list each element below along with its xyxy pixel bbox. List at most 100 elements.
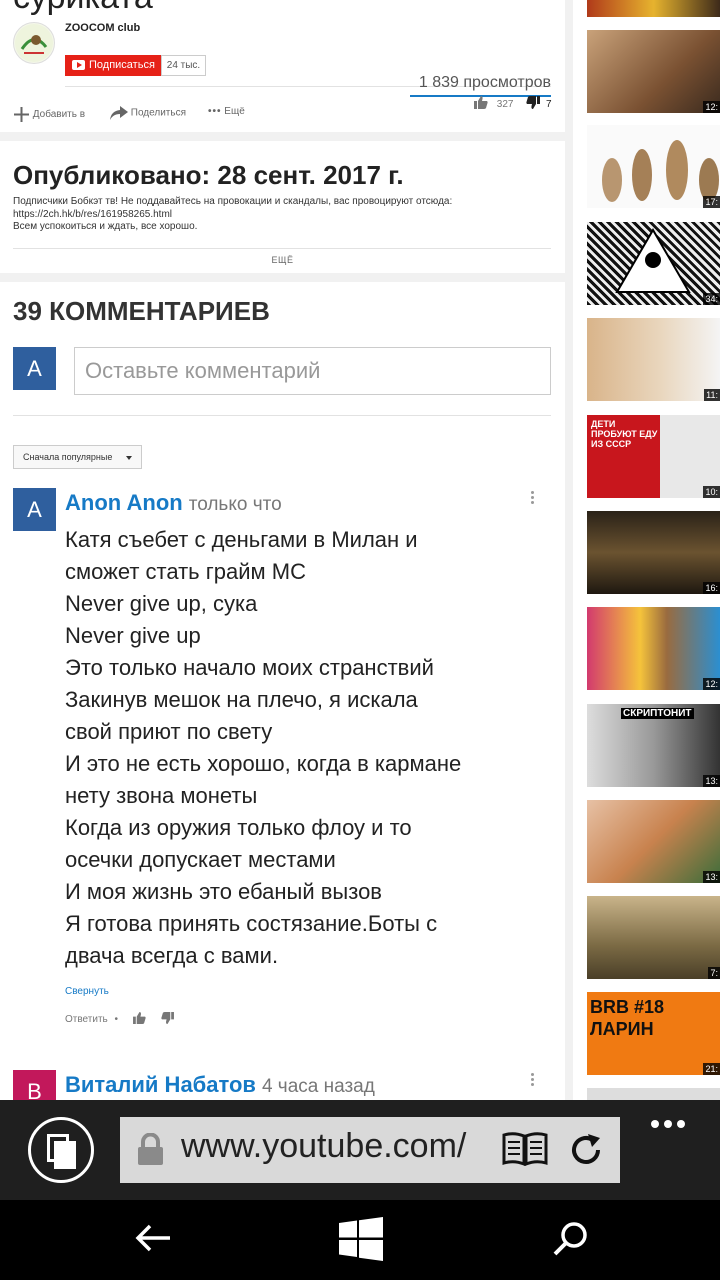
comment-author[interactable]: Anon Anon xyxy=(65,490,183,515)
video-title: сурикатa xyxy=(13,0,153,17)
share-button[interactable]: Поделиться xyxy=(110,106,186,120)
video-thumbnail[interactable]: 34: xyxy=(587,222,720,305)
video-duration: 13: xyxy=(703,871,720,883)
description-line: Подписчики Бобкэт тв! Не поддавайтесь на… xyxy=(13,196,453,207)
comment-line: Never give up xyxy=(65,623,201,648)
separator-dot: • xyxy=(114,1014,119,1026)
add-to-button[interactable]: Добавить в xyxy=(13,106,85,123)
video-duration: 21: xyxy=(703,1063,720,1075)
tabs-button[interactable] xyxy=(28,1117,94,1183)
reading-view-icon[interactable] xyxy=(502,1132,548,1171)
comment-line: осечки допускает местами xyxy=(65,847,336,872)
comment-avatar[interactable]: A xyxy=(13,488,56,531)
video-thumbnail[interactable]: 12: xyxy=(587,607,720,690)
thumbnail-caption: BRB #18 ЛАРИН xyxy=(590,997,665,1039)
thumbs-down-icon[interactable] xyxy=(526,96,541,112)
comment-line: Закинув мешок на плечо, я искала xyxy=(65,687,418,712)
comment-line: нету звона монеты xyxy=(65,783,258,808)
thumbs-up-icon[interactable] xyxy=(474,96,488,112)
video-duration: 13: xyxy=(703,775,720,787)
lock-icon xyxy=(137,1132,164,1170)
comment-input[interactable]: Оставьте комментарий xyxy=(74,347,551,395)
video-duration: 11: xyxy=(704,389,720,401)
search-icon[interactable] xyxy=(552,1220,590,1263)
collapse-link[interactable]: Свернуть xyxy=(65,986,109,997)
comment-line: Когда из оружия только флоу и то xyxy=(65,815,412,840)
comment-line: сможет стать грайм МС xyxy=(65,559,306,584)
description-text: Подписчики Бобкэт тв! Не поддавайтесь на… xyxy=(13,196,543,234)
description-link[interactable]: https://2ch.hk/b/res/161958265.html xyxy=(13,209,543,222)
show-more-button[interactable]: ЕЩЁ xyxy=(0,255,565,265)
thumbnail-caption: ДЕТИ ПРОБУЮТ ЕДУ ИЗ СССР xyxy=(591,419,658,449)
youtube-icon xyxy=(72,60,85,70)
current-user-avatar: A xyxy=(13,347,56,390)
video-thumbnail[interactable]: ДЕТИ ПРОБУЮТ ЕДУ ИЗ СССР 10: xyxy=(587,415,720,498)
video-thumbnail[interactable]: BRB #18 ЛАРИН 21: xyxy=(587,992,720,1075)
video-duration: 10: xyxy=(703,486,720,498)
plus-icon xyxy=(14,107,29,122)
video-duration: 16: xyxy=(703,582,720,594)
video-thumbnail[interactable]: СКРИПТОНИТ 13: xyxy=(587,704,720,787)
channel-logo[interactable] xyxy=(13,22,55,64)
comment-thumbs-down-icon[interactable] xyxy=(160,1012,174,1027)
comment-line: Never give up, сука xyxy=(65,591,258,616)
subscribe-label: Подписаться xyxy=(89,59,155,71)
comment-line: двача всегда с вами. xyxy=(65,943,279,968)
divider xyxy=(13,415,551,416)
description-line: Всем успокоиться и ждать, все хорошо. xyxy=(13,221,198,232)
like-counts: 327 7 xyxy=(474,96,552,112)
comment-time: только что xyxy=(188,494,282,515)
comment-thumbs-up-icon[interactable] xyxy=(132,1012,146,1027)
thumbnail-caption: СКРИПТОНИТ xyxy=(621,708,694,719)
video-thumbnail[interactable] xyxy=(587,0,720,17)
tabs-icon-front xyxy=(54,1141,76,1169)
comment-line: Я готова принять состязание.Боты с xyxy=(65,911,438,936)
subscriber-count: 24 тыс. xyxy=(161,55,206,76)
subscribe-button[interactable]: Подписаться xyxy=(65,55,161,76)
video-thumbnail[interactable]: 7: xyxy=(587,896,720,979)
video-thumbnail[interactable] xyxy=(587,1088,720,1100)
video-thumbnail[interactable]: 13: xyxy=(587,800,720,883)
meerkats-image xyxy=(602,140,719,202)
video-duration: 17: xyxy=(703,196,720,208)
sort-label: Сначала популярные xyxy=(23,452,113,462)
more-actions-label: Ещё xyxy=(224,106,245,117)
share-icon xyxy=(110,106,128,120)
pyramid-image xyxy=(615,228,691,293)
comment-line: И моя жизнь это ебаный вызов xyxy=(65,879,382,904)
video-duration: 12: xyxy=(703,101,720,113)
video-thumbnail[interactable]: 16: xyxy=(587,511,720,594)
description-card: Опубликовано: 28 сент. 2017 г. Подписчик… xyxy=(0,141,565,273)
browser-menu-icon[interactable] xyxy=(651,1115,690,1133)
publish-date: Опубликовано: 28 сент. 2017 г. xyxy=(13,160,404,190)
video-duration: 34: xyxy=(703,293,720,305)
sort-dropdown[interactable]: Сначала популярные xyxy=(13,445,142,469)
reply-button[interactable]: Ответить xyxy=(65,1014,108,1025)
comment-menu-icon[interactable] xyxy=(531,491,535,506)
comment-header: Виталий Набатов 4 часа назад xyxy=(65,1072,375,1098)
refresh-icon[interactable] xyxy=(568,1132,604,1173)
dislike-count: 7 xyxy=(546,98,552,110)
back-icon[interactable] xyxy=(134,1222,172,1259)
comment-avatar[interactable]: В xyxy=(13,1070,56,1100)
video-thumbnail[interactable]: 12: xyxy=(587,30,720,113)
video-thumbnail[interactable]: 17: xyxy=(587,125,720,208)
more-dots-icon: ••• xyxy=(208,106,222,117)
video-thumbnail[interactable]: 11: xyxy=(587,318,720,401)
comment-text: Катя съебет с деньгами в Милан и сможет … xyxy=(65,524,545,972)
windows-start-icon[interactable] xyxy=(339,1217,383,1266)
video-duration: 7: xyxy=(708,967,720,979)
more-actions-button[interactable]: ••• Ещё xyxy=(208,106,245,117)
channel-name[interactable]: ZOOCOM club xyxy=(65,22,140,34)
comment-author[interactable]: Виталий Набатов xyxy=(65,1072,256,1097)
view-count: 1 839 просмотров xyxy=(418,74,551,91)
comment-menu-icon[interactable] xyxy=(531,1073,535,1088)
like-count: 327 xyxy=(496,98,514,110)
comment-line: Катя съебет с деньгами в Милан и xyxy=(65,527,418,552)
divider xyxy=(13,248,551,249)
add-to-label: Добавить в xyxy=(32,109,86,121)
caret-down-icon xyxy=(126,456,132,460)
comment-time: 4 часа назад xyxy=(261,1076,375,1097)
address-bar-url: www.youtube.com/ xyxy=(181,1127,467,1165)
comment-line: свой приют по свету xyxy=(65,719,273,744)
